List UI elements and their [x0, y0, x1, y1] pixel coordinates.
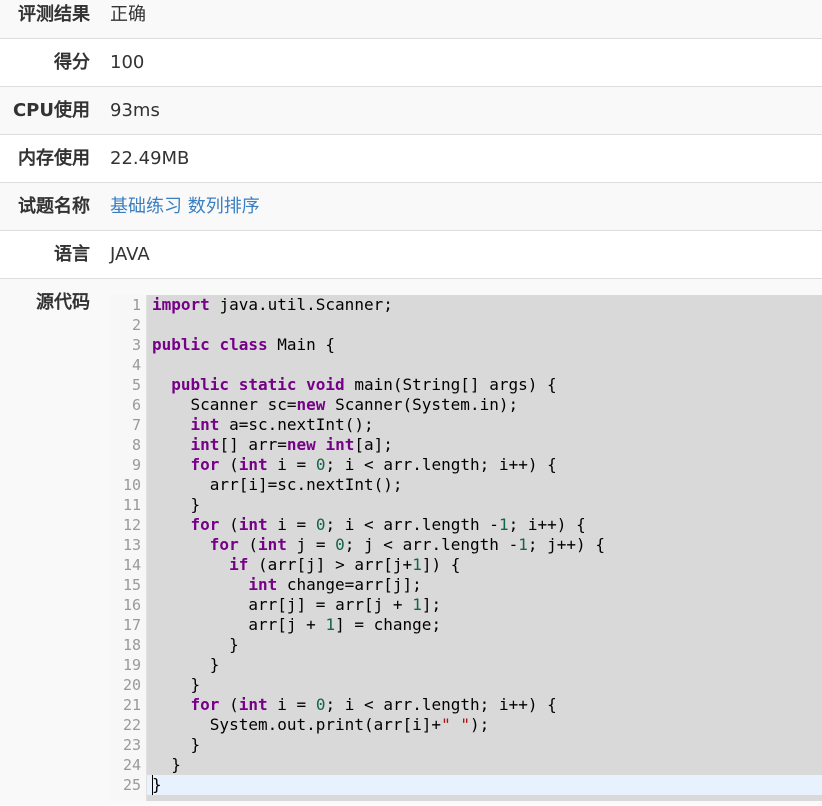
line-number: 21	[122, 696, 141, 714]
code-line: if (arr[j] > arr[j+1]) {	[229, 555, 461, 574]
score-row: 得分 100	[0, 39, 822, 87]
line-number: 12	[122, 516, 141, 534]
memory-value: 22.49MB	[110, 148, 190, 169]
code-line: for (int i = 0; i < arr.length; i++) {	[190, 455, 557, 474]
line-number: 13	[122, 536, 141, 554]
code-line: public static void main(String[] args) {	[171, 375, 557, 394]
line-number: 22	[122, 716, 141, 734]
problem-row: 试题名称 基础练习 数列排序	[0, 183, 822, 231]
code-line: }	[229, 635, 239, 654]
code-line: int[] arr=new int[a];	[190, 435, 393, 454]
line-number: 24	[122, 756, 141, 774]
code-line: arr[i]=sc.nextInt();	[209, 475, 403, 494]
code-line: for (int i = 0; i < arr.length; i++) {	[190, 695, 557, 714]
code-line: public class Main {	[152, 335, 336, 354]
line-number: 16	[122, 596, 141, 614]
source-code-label: 源代码	[36, 292, 90, 313]
code-line: arr[j + 1] = change;	[248, 615, 442, 634]
line-number: 18	[122, 636, 141, 654]
code-line: Scanner sc=new Scanner(System.in);	[190, 395, 519, 414]
cpu-label: CPU使用	[12, 100, 90, 121]
line-number: 8	[131, 436, 141, 454]
line-number: 7	[131, 416, 141, 434]
code-line: }	[190, 675, 201, 694]
code-line: int a=sc.nextInt();	[190, 415, 374, 434]
line-number: 5	[131, 376, 141, 394]
line-number: 10	[122, 476, 141, 494]
memory-label: 内存使用	[18, 148, 90, 169]
score-label: 得分	[54, 52, 90, 73]
code-line: }	[209, 655, 220, 674]
line-number: 25	[122, 776, 141, 794]
text-cursor	[152, 775, 153, 795]
result-row: 评测结果 正确	[0, 0, 822, 39]
line-number: 20	[122, 676, 141, 694]
code-line: int change=arr[j];	[248, 575, 422, 594]
line-number-gutter: 1 2 3 4 5 6 7 8 9 10 11 12 13 14 15 16 17 18 19 20 21 22 23 24 2…	[110, 295, 147, 801]
code-line: arr[j] = arr[j + 1];	[248, 595, 442, 614]
score-value: 100	[110, 52, 145, 73]
line-number: 23	[122, 736, 141, 754]
code-line: import java.util.Scanner;	[152, 295, 393, 314]
line-number: 15	[122, 576, 141, 594]
line-number: 4	[131, 356, 141, 374]
line-number: 9	[131, 456, 141, 474]
line-number: 17	[122, 616, 141, 634]
problem-link[interactable]: 基础练习 数列排序	[110, 196, 260, 217]
language-value: JAVA	[110, 244, 150, 265]
code-line: for (int i = 0; i < arr.length -1; i++) …	[190, 515, 586, 534]
line-number: 2	[131, 316, 141, 334]
problem-value: 基础练习 数列排序	[90, 183, 260, 230]
memory-row: 内存使用 22.49MB	[0, 135, 822, 183]
result-value: 正确	[110, 4, 146, 25]
cpu-row: CPU使用 93ms	[0, 87, 822, 135]
code-line: for (int j = 0; j < arr.length -1; j++) …	[209, 535, 605, 554]
result-label: 评测结果	[18, 4, 90, 25]
code-line: }	[190, 735, 201, 754]
code-line: }	[171, 755, 181, 774]
line-number: 3	[131, 336, 141, 354]
line-number: 14	[122, 556, 141, 574]
line-number: 19	[122, 656, 141, 674]
code-area[interactable]: import java.util.Scanner; public class Ma…	[147, 295, 822, 801]
code-line: }	[190, 495, 201, 514]
line-number: 1	[131, 296, 141, 314]
cpu-value: 93ms	[110, 100, 160, 121]
problem-label: 试题名称	[18, 196, 90, 217]
code-line: System.out.print(arr[i]+" ");	[209, 715, 490, 734]
line-number: 6	[131, 396, 141, 414]
code-line: }	[147, 775, 822, 795]
language-label: 语言	[54, 244, 90, 265]
language-row: 语言 JAVA	[0, 231, 822, 279]
code-editor[interactable]: 1 2 3 4 5 6 7 8 9 10 11 12 13 14 15 16 17 18 19 20 21 22 23 24 2…	[110, 295, 822, 801]
line-number: 11	[122, 496, 141, 514]
